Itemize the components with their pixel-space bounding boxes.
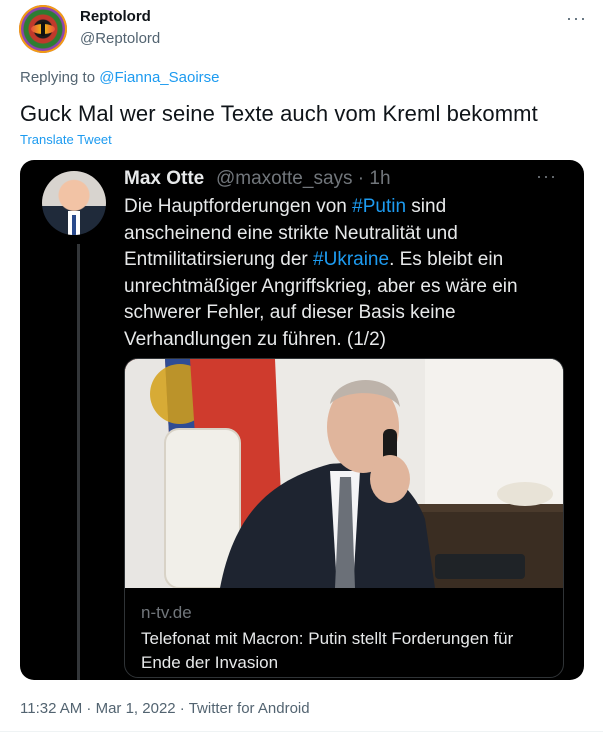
author-handle[interactable]: @Reptolord [80,30,160,47]
tweet-meta: 11:32 AM · Mar 1, 2022 · Twitter for And… [20,700,310,717]
quoted-author-handle-time: @maxotte_says · 1h [216,168,391,189]
link-card: n-tv.de Telefonat mit Macron: Putin stel… [124,358,564,678]
quoted-text-line: Die Hauptforderungen von #Putin sind [124,196,447,217]
link-source: n-tv.de [141,603,192,622]
quoted-text-line: Entmilitatirsierung der #Ukraine. Es ble… [124,249,504,270]
embedded-screenshot[interactable]: Max Otte @maxotte_says · 1h ··· Die Haup… [20,160,584,680]
author-name[interactable]: Reptolord [80,8,151,25]
quoted-text-line: anscheinend eine strikte Neutralität und [124,222,458,244]
quoted-tweet-text: Die Hauptforderungen von #Putin sind ans… [124,194,574,353]
photo-illustration [125,359,563,588]
hashtag-ukraine: #Ukraine [313,249,390,270]
replying-target-link[interactable]: @Fianna_Saoirse [99,69,219,86]
dragon-pupil-icon [41,22,45,36]
quoted-more-icon: ··· [536,166,557,186]
quoted-text-line: Verhandlungen zu führen. (1/2) [124,328,386,350]
quoted-author-name: Max Otte [124,168,205,189]
quoted-text-line: unrechtmäßiger Angriffskrieg, aber es wä… [124,275,518,297]
tweet-text: Guck Mal wer seine Texte auch vom Kreml … [20,101,538,126]
news-photo [125,359,563,588]
author-avatar[interactable] [19,5,67,53]
replying-prefix: Replying to [20,69,100,86]
quoted-text-line: schwerer Fehler, auf dieser Basis keine [124,302,456,323]
translate-tweet-link[interactable]: Translate Tweet [20,132,112,147]
divider [0,731,603,732]
replying-to: Replying to @Fianna_Saoirse [20,69,220,86]
more-options-icon[interactable]: ··· [566,8,587,29]
link-title: Telefonat mit Macron: Putin stellt Forde… [141,629,514,672]
avatar-tie [72,215,76,235]
thread-line [77,244,80,680]
quoted-author-avatar [42,171,106,235]
hashtag-putin: #Putin [352,196,407,217]
